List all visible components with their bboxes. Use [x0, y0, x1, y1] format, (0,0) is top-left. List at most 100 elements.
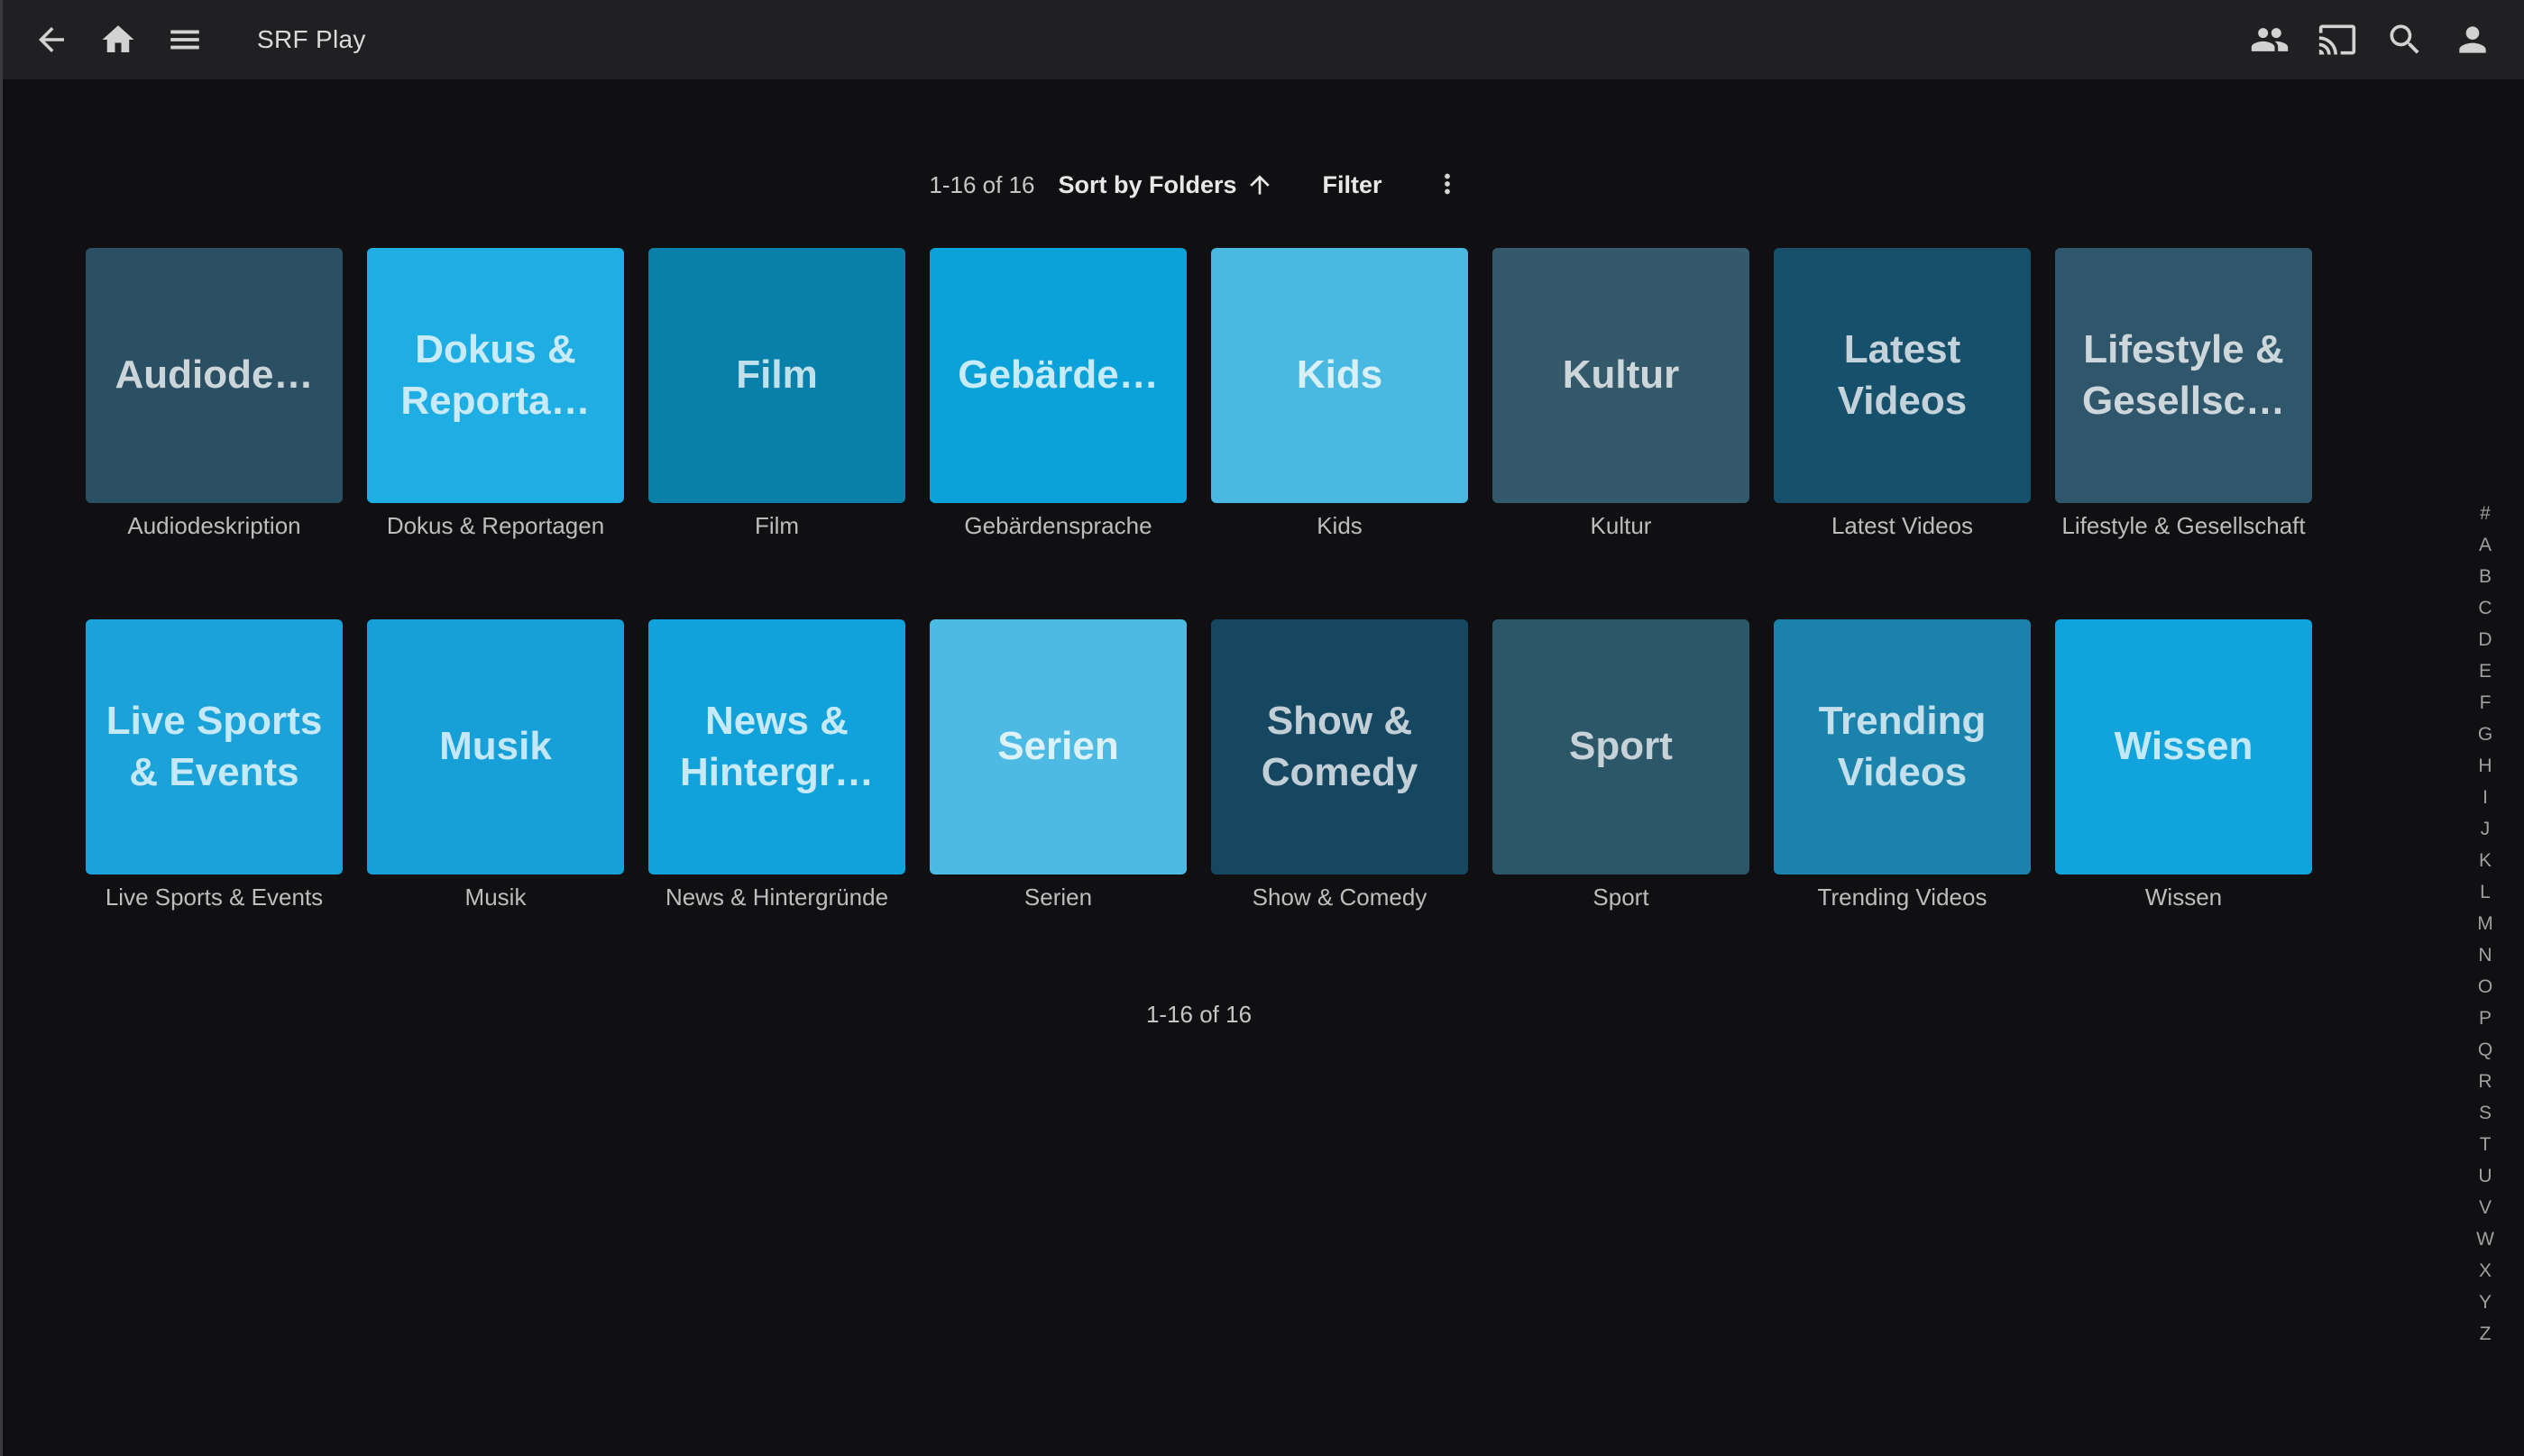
folder-tile[interactable]: Lifestyle & Gesellsc… — [2055, 248, 2312, 503]
syncplay-button[interactable] — [2248, 18, 2291, 61]
alphabet-letter[interactable]: O — [2467, 971, 2503, 1003]
folder-card: Trending Videos Trending Videos — [1774, 619, 2031, 911]
folder-card-label[interactable]: Latest Videos — [1774, 512, 2031, 539]
alphabet-letter[interactable]: B — [2467, 561, 2503, 592]
folder-tile[interactable]: Wissen — [2055, 619, 2312, 875]
folder-card-label[interactable]: Show & Comedy — [1211, 884, 1468, 911]
alphabet-letter[interactable]: S — [2467, 1097, 2503, 1129]
folder-tile[interactable]: Film — [648, 248, 905, 503]
folder-card-label[interactable]: Audiodeskription — [86, 512, 343, 539]
alphabet-letter[interactable]: H — [2467, 750, 2503, 782]
folder-tile[interactable]: Serien — [930, 619, 1187, 875]
folder-card-label[interactable]: News & Hintergründe — [648, 884, 905, 911]
folder-tile-title: Sport — [1569, 721, 1673, 772]
alphabet-letter[interactable]: U — [2467, 1160, 2503, 1192]
alphabet-letter[interactable]: I — [2467, 782, 2503, 813]
folder-card-label[interactable]: Sport — [1492, 884, 1749, 911]
folder-tile[interactable]: Show & Comedy — [1211, 619, 1468, 875]
alphabet-letter[interactable]: V — [2467, 1192, 2503, 1223]
folder-tile-title: Audiode… — [115, 350, 314, 400]
folder-tile[interactable]: Kultur — [1492, 248, 1749, 503]
folder-tile[interactable]: Kids — [1211, 248, 1468, 503]
folder-tile-title: Serien — [997, 721, 1119, 772]
folder-tile[interactable]: Sport — [1492, 619, 1749, 875]
more-options-button[interactable] — [1426, 163, 1469, 206]
folder-tile[interactable]: Dokus & Reporta… — [367, 248, 624, 503]
folder-card: Dokus & Reporta… Dokus & Reportagen — [367, 248, 624, 539]
folder-tile-title: Lifestyle & Gesellsc… — [2068, 325, 2299, 426]
folder-tile-title: Gebärde… — [958, 350, 1159, 400]
folder-card: Sport Sport — [1492, 619, 1749, 911]
filter-button[interactable]: Filter — [1323, 171, 1382, 199]
hamburger-menu-icon — [166, 21, 204, 59]
folder-tile-title: Live Sports & Events — [98, 696, 330, 798]
folder-card-label[interactable]: Kultur — [1492, 512, 1749, 539]
folder-tile-title: Show & Comedy — [1224, 696, 1455, 798]
folder-card-label[interactable]: Film — [648, 512, 905, 539]
folder-card-label[interactable]: Wissen — [2055, 884, 2312, 911]
alphabet-letter[interactable]: G — [2467, 719, 2503, 750]
alphabet-letter[interactable]: W — [2467, 1223, 2503, 1255]
folder-tile[interactable]: Musik — [367, 619, 624, 875]
alphabet-letter[interactable]: L — [2467, 876, 2503, 908]
sort-button[interactable]: Sort by Folders — [1059, 170, 1274, 199]
alphabet-letter[interactable]: Q — [2467, 1034, 2503, 1066]
alphabet-letter[interactable]: D — [2467, 624, 2503, 655]
cast-button[interactable] — [2316, 18, 2359, 61]
folder-card-label[interactable]: Serien — [930, 884, 1187, 911]
alphabet-letter[interactable]: A — [2467, 529, 2503, 561]
folder-tile-title: Dokus & Reporta… — [380, 325, 611, 426]
folder-card-label[interactable]: Live Sports & Events — [86, 884, 343, 911]
folder-tile-title: Wissen — [2115, 721, 2253, 772]
folder-tile-title: Latest Videos — [1786, 325, 2018, 426]
alphabet-letter[interactable]: Z — [2467, 1318, 2503, 1350]
search-button[interactable] — [2383, 18, 2427, 61]
library-controls-row: 1-16 of 16 Sort by Folders Filter — [86, 159, 2312, 211]
alphabet-letter[interactable]: X — [2467, 1255, 2503, 1287]
alphabet-letter[interactable]: T — [2467, 1129, 2503, 1160]
folder-card: News & Hintergr… News & Hintergründe — [648, 619, 905, 911]
topbar-right-group — [2248, 18, 2524, 61]
folder-card: Live Sports & Events Live Sports & Event… — [86, 619, 343, 911]
alphabet-letter[interactable]: M — [2467, 908, 2503, 939]
alphabet-letter[interactable]: C — [2467, 592, 2503, 624]
folder-tile-title: Kultur — [1563, 350, 1680, 400]
alphabet-letter[interactable]: P — [2467, 1003, 2503, 1034]
folder-card-label[interactable]: Trending Videos — [1774, 884, 2031, 911]
alphabet-letter[interactable]: # — [2467, 498, 2503, 529]
alphabet-letter[interactable]: E — [2467, 655, 2503, 687]
people-group-icon — [2250, 20, 2290, 60]
menu-button[interactable] — [163, 18, 207, 61]
vertical-dots-icon — [1432, 169, 1463, 202]
back-button[interactable] — [30, 18, 73, 61]
folder-card-label[interactable]: Gebärdensprache — [930, 512, 1187, 539]
user-button[interactable] — [2451, 18, 2494, 61]
folder-tile[interactable]: Audiode… — [86, 248, 343, 503]
folder-grid-row-1: Audiode… Audiodeskription Dokus & Report… — [86, 248, 2312, 539]
folder-tile[interactable]: Live Sports & Events — [86, 619, 343, 875]
folder-tile[interactable]: News & Hintergr… — [648, 619, 905, 875]
alphabet-letter[interactable]: N — [2467, 939, 2503, 971]
folder-tile[interactable]: Latest Videos — [1774, 248, 2031, 503]
alphabet-letter[interactable]: R — [2467, 1066, 2503, 1097]
folder-card: Latest Videos Latest Videos — [1774, 248, 2031, 539]
folder-card-label[interactable]: Kids — [1211, 512, 1468, 539]
folder-card-label[interactable]: Lifestyle & Gesellschaft — [2055, 512, 2312, 539]
alphabet-letter[interactable]: Y — [2467, 1287, 2503, 1318]
sort-button-label: Sort by Folders — [1059, 171, 1237, 199]
folder-card: Gebärde… Gebärdensprache — [930, 248, 1187, 539]
folder-tile[interactable]: Trending Videos — [1774, 619, 2031, 875]
home-button[interactable] — [96, 18, 140, 61]
topbar-left-group: SRF Play — [0, 0, 366, 79]
folder-card: Film Film — [648, 248, 905, 539]
alphabet-letter[interactable]: K — [2467, 845, 2503, 876]
arrow-up-icon — [1245, 170, 1274, 199]
folder-card-label[interactable]: Dokus & Reportagen — [367, 512, 624, 539]
folder-card: Lifestyle & Gesellsc… Lifestyle & Gesell… — [2055, 248, 2312, 539]
folder-card-label[interactable]: Musik — [367, 884, 624, 911]
alphabet-letter[interactable]: J — [2467, 813, 2503, 845]
folder-tile[interactable]: Gebärde… — [930, 248, 1187, 503]
alphabet-letter[interactable]: F — [2467, 687, 2503, 719]
page-title: SRF Play — [257, 25, 366, 54]
cast-icon — [2317, 20, 2357, 60]
